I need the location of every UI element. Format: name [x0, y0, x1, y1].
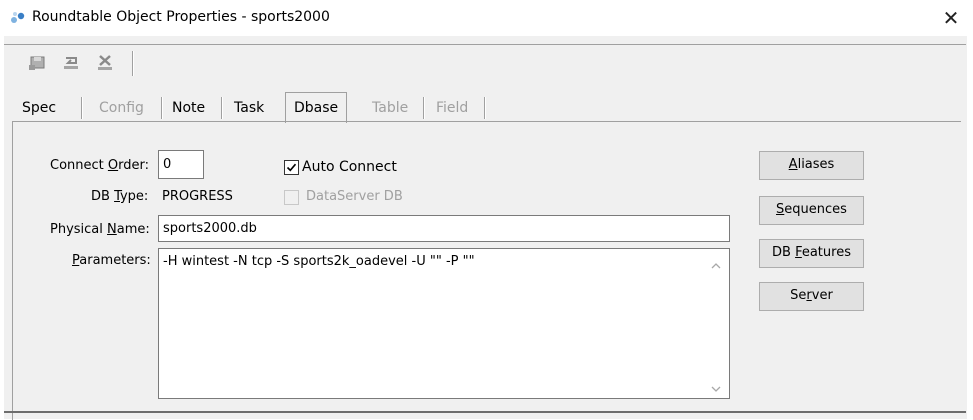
connect-order-input[interactable]: 0 — [158, 150, 204, 179]
dataserver-db-label: DataServer DB — [306, 189, 403, 204]
sequences-button[interactable]: Sequences — [759, 196, 864, 225]
save-button[interactable] — [26, 53, 48, 73]
aliases-button[interactable]: Aliases — [759, 151, 864, 180]
tab-note[interactable]: Note — [164, 95, 213, 121]
roundtable-app-icon — [11, 12, 25, 23]
db-features-button[interactable]: DB Features — [759, 239, 864, 268]
checkmark-icon — [286, 163, 297, 172]
chevron-up-icon — [711, 263, 721, 269]
parameters-label: Parameters: — [72, 253, 151, 268]
tab-task[interactable]: Task — [226, 95, 272, 121]
dataserver-db-checkbox[interactable] — [284, 190, 299, 205]
bottom-border — [4, 411, 966, 413]
db-type-value: PROGRESS — [162, 189, 233, 204]
server-button[interactable]: Server — [759, 282, 864, 311]
auto-connect-label: Auto Connect — [302, 159, 397, 175]
parameters-text: -H wintest -N tcp -S sports2k_oadevel -U… — [163, 254, 475, 269]
scroll-up-arrow[interactable] — [711, 259, 721, 269]
tab-separator — [81, 97, 83, 119]
save-icon — [29, 56, 45, 70]
tab-dbase[interactable]: Dbase — [285, 92, 348, 123]
scroll-down-arrow[interactable] — [711, 382, 721, 392]
parameters-textarea[interactable]: -H wintest -N tcp -S sports2k_oadevel -U… — [158, 248, 730, 399]
tab-spec[interactable]: Spec — [14, 95, 64, 121]
title-bar: Roundtable Object Properties - sports200… — [0, 0, 973, 36]
toolbar-top-divider — [4, 44, 966, 45]
tab-separator — [161, 97, 163, 119]
auto-connect-checkbox[interactable] — [284, 160, 299, 175]
physical-name-input[interactable]: sports2000.db — [158, 215, 730, 242]
tab-separator — [484, 97, 486, 119]
delete-icon — [98, 55, 112, 70]
connect-order-label: Connect Order: — [50, 158, 149, 173]
tab-separator — [423, 97, 425, 119]
tab-separator — [221, 97, 223, 119]
db-type-label: DB Type: — [91, 189, 149, 204]
physical-name-label: Physical Name: — [50, 222, 150, 237]
chevron-down-icon — [711, 386, 721, 392]
undo-button[interactable] — [60, 53, 82, 73]
window-title: Roundtable Object Properties - sports200… — [32, 9, 330, 25]
tab-config[interactable]: Config — [91, 95, 152, 121]
close-button[interactable]: ✕ — [936, 4, 966, 32]
undo-icon — [64, 57, 78, 69]
tab-field[interactable]: Field — [428, 95, 476, 121]
delete-button[interactable] — [94, 53, 116, 73]
tab-table[interactable]: Table — [364, 95, 416, 121]
